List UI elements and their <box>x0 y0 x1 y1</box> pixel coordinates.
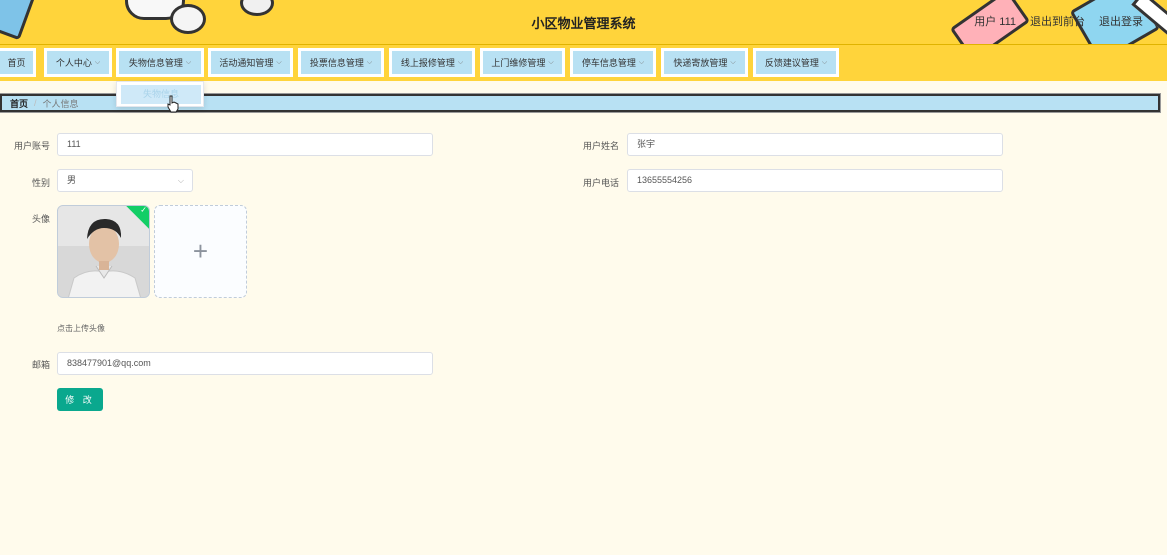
phone-input[interactable]: 13655554256 <box>627 169 1003 192</box>
nav-item-label: 投票信息管理 <box>309 58 364 68</box>
gender-label: 性别 <box>31 178 50 188</box>
nav-item-lost-items[interactable]: 失物信息管理 ⌵ <box>116 48 204 77</box>
nav-item-home-repair[interactable]: 上门维修管理 ⌵ <box>480 48 565 77</box>
lost-items-dropdown: 失物信息 <box>116 81 204 107</box>
nav-item-feedback[interactable]: 反馈建议管理 ⌵ <box>753 48 839 77</box>
hand-cursor-icon <box>167 95 179 113</box>
current-user: 用户 111 <box>974 16 1016 28</box>
nav-item-online-repair[interactable]: 线上报修管理 ⌵ <box>389 48 475 77</box>
top-header: 小区物业管理系统 用户 111 退出到前台 退出登录 <box>0 0 1167 45</box>
breadcrumb-separator: / <box>34 98 37 108</box>
chevron-down-icon: ⌵ <box>457 58 464 66</box>
nav-item-label: 个人中心 <box>55 58 92 68</box>
nav-item-express[interactable]: 快递寄放管理 ⌵ <box>661 48 748 77</box>
nav-item-parking[interactable]: 停车信息管理 ⌵ <box>570 48 656 77</box>
check-icon: ✓ <box>140 205 147 215</box>
avatar-preview[interactable]: ✓ <box>57 205 150 298</box>
dropdown-item-lost-info[interactable]: 失物信息 <box>121 85 201 104</box>
phone-label: 用户电话 <box>582 178 619 188</box>
email-input[interactable]: 838477901@qq.com <box>57 352 433 375</box>
breadcrumb-home[interactable]: 首页 <box>10 97 28 110</box>
chevron-down-icon: ⌵ <box>177 176 184 185</box>
chevron-down-icon: ⌵ <box>185 58 192 66</box>
nav-item-label: 线上报修管理 <box>400 58 455 68</box>
account-input[interactable]: 111 <box>57 133 433 156</box>
chevron-down-icon: ⌵ <box>366 58 373 66</box>
gender-value: 男 <box>67 175 77 185</box>
nav-item-home[interactable]: 首页 <box>0 48 36 77</box>
upload-avatar-button[interactable]: + <box>154 205 247 298</box>
front-link[interactable]: 退出到前台 <box>1030 13 1085 29</box>
email-label: 邮箱 <box>31 360 50 370</box>
nav-item-label: 首页 <box>7 58 26 68</box>
chevron-down-icon: ⌵ <box>821 58 828 66</box>
chevron-down-icon: ⌵ <box>730 58 736 66</box>
avatar-image <box>58 206 149 297</box>
name-label: 用户姓名 <box>582 141 619 151</box>
nav-item-activity-notice[interactable]: 活动通知管理 ⌵ <box>208 48 293 77</box>
nav-item-vote[interactable]: 投票信息管理 ⌵ <box>298 48 384 77</box>
plus-icon: + <box>192 236 209 266</box>
gender-select[interactable]: 男 ⌵ <box>57 169 193 192</box>
header-user-area: 用户 111 退出到前台 退出登录 <box>974 13 1143 29</box>
chevron-down-icon: ⌵ <box>276 58 282 66</box>
chevron-down-icon: ⌵ <box>638 58 645 66</box>
account-label: 用户账号 <box>13 141 50 151</box>
nav-item-label: 失物信息管理 <box>128 58 183 68</box>
name-input[interactable]: 张宇 <box>627 133 1003 156</box>
nav-item-label: 反馈建议管理 <box>764 58 819 68</box>
breadcrumb-current: 个人信息 <box>42 98 79 109</box>
nav-item-personal-center[interactable]: 个人中心 ⌵ <box>44 48 112 77</box>
nav-item-label: 快递寄放管理 <box>673 58 728 68</box>
logout-link[interactable]: 退出登录 <box>1099 13 1143 29</box>
nav-item-label: 活动通知管理 <box>219 58 274 68</box>
chevron-down-icon: ⌵ <box>548 58 554 66</box>
avatar-label: 头像 <box>31 214 50 224</box>
nav-item-label: 上门维修管理 <box>491 58 546 68</box>
upload-hint: 点击上传头像 <box>57 324 105 333</box>
main-nav: 首页 个人中心 ⌵ 失物信息管理 ⌵ 活动通知管理 ⌵ 投票信息管理 ⌵ 线上报… <box>0 45 1167 81</box>
update-button[interactable]: 修 改 <box>57 388 103 411</box>
chevron-down-icon: ⌵ <box>94 58 101 66</box>
nav-item-label: 停车信息管理 <box>581 58 636 68</box>
